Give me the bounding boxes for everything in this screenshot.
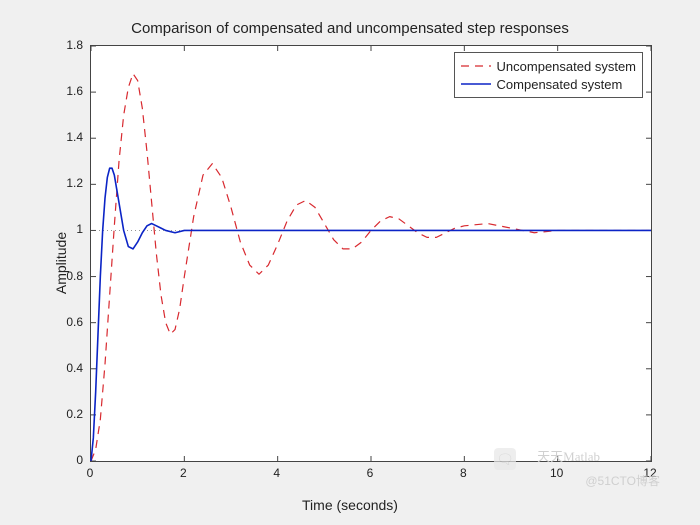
y-tick-label: 1.4 [55,130,83,144]
legend-swatch [461,59,491,73]
legend-box: Uncompensated system Compensated system [454,52,643,98]
series-1 [91,168,651,461]
y-tick-label: 0.8 [55,269,83,283]
axes-area: Uncompensated system Compensated system [90,45,652,462]
plot-svg [91,46,651,461]
legend-label: Compensated system [497,77,623,92]
watermark-site: @51CTO博客 [585,472,660,489]
legend-entry: Compensated system [461,75,636,93]
x-tick-label: 0 [87,466,94,480]
y-tick-label: 1.8 [55,38,83,52]
legend-label: Uncompensated system [497,59,636,74]
legend-entry: Uncompensated system [461,57,636,75]
figure: Comparison of compensated and uncompensa… [0,0,700,525]
series-0 [91,74,651,461]
y-tick-label: 0 [55,453,83,467]
y-tick-label: 0.4 [55,361,83,375]
y-axis-label: Amplitude [30,0,92,525]
y-tick-label: 1.2 [55,176,83,190]
y-tick-label: 0.2 [55,407,83,421]
x-axis-label: Time (seconds) [0,497,700,513]
plot-title: Comparison of compensated and uncompensa… [0,20,700,37]
watermark-brand: 天天Matlab [537,446,600,465]
x-tick-label: 6 [367,466,374,480]
x-tick-label: 2 [180,466,187,480]
y-tick-label: 1 [55,222,83,236]
legend-swatch [461,77,491,91]
x-tick-label: 4 [273,466,280,480]
wechat-icon: 🗨 [494,448,516,470]
y-tick-label: 0.6 [55,315,83,329]
x-tick-label: 10 [550,466,563,480]
x-tick-label: 8 [460,466,467,480]
y-tick-label: 1.6 [55,84,83,98]
